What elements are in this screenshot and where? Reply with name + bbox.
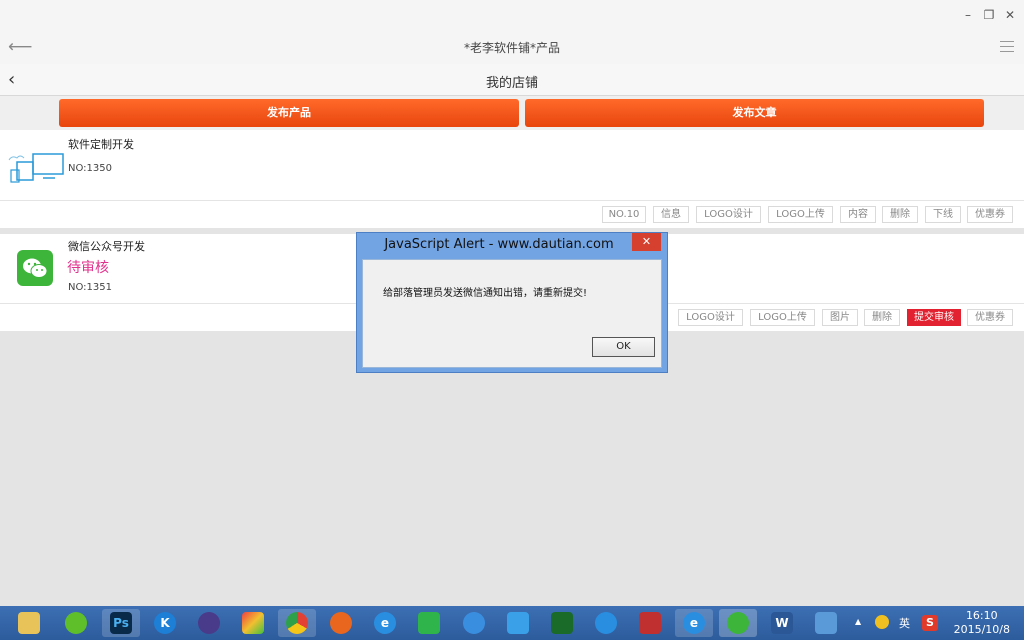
file-explorer-icon[interactable] bbox=[10, 609, 48, 637]
hamburger-icon[interactable] bbox=[1000, 41, 1014, 52]
no-rank-button[interactable]: NO.10 bbox=[602, 206, 646, 223]
internet-explorer-icon[interactable]: e bbox=[675, 609, 713, 637]
product-number: NO:1350 bbox=[68, 163, 112, 174]
leaf-app-icon[interactable] bbox=[57, 609, 95, 637]
clock-date: 2015/10/8 bbox=[953, 623, 1010, 636]
wechat-taskbar-icon[interactable] bbox=[719, 609, 757, 637]
tray-network-icon[interactable] bbox=[875, 615, 889, 629]
window-close-button[interactable]: ✕ bbox=[1003, 8, 1017, 22]
coupon-button[interactable]: 优惠券 bbox=[967, 309, 1013, 326]
internet-explorer-icon[interactable]: e bbox=[366, 609, 404, 637]
sogou-ime-icon[interactable]: S bbox=[922, 615, 938, 631]
offline-button[interactable]: 下线 bbox=[925, 206, 961, 223]
photoshop-icon[interactable]: Ps bbox=[102, 609, 140, 637]
dialog-message: 给部落管理员发送微信通知出错，请重新提交! bbox=[383, 288, 588, 299]
ok-button[interactable]: OK bbox=[592, 337, 655, 357]
content-button[interactable]: 内容 bbox=[840, 206, 876, 223]
info-button[interactable]: 信息 bbox=[653, 206, 689, 223]
publish-article-button[interactable]: 发布文章 bbox=[525, 99, 984, 127]
product-name: 微信公众号开发 bbox=[68, 240, 145, 253]
clock[interactable]: 16:10 2015/10/8 bbox=[954, 609, 1010, 637]
wechat-icon bbox=[17, 250, 53, 286]
colorful-app-icon[interactable] bbox=[234, 609, 272, 637]
tray-expand-icon[interactable]: ▲ bbox=[855, 617, 861, 626]
k-app-icon[interactable]: K bbox=[146, 609, 184, 637]
logo-upload-button[interactable]: LOGO上传 bbox=[768, 206, 833, 223]
taskbar: Ps K e e W ▲ 英 S 16:10 2015/10/8 bbox=[0, 606, 1024, 640]
page-header: ‹ 我的店铺 bbox=[0, 64, 1024, 96]
baidu-cloud-icon[interactable] bbox=[499, 609, 537, 637]
eclipse-icon[interactable] bbox=[190, 609, 228, 637]
product-name: 软件定制开发 bbox=[68, 138, 134, 151]
remote-desktop-icon[interactable] bbox=[807, 609, 845, 637]
eye-app-icon[interactable] bbox=[543, 609, 581, 637]
app-header: ⟵ *老李软件铺*产品 bbox=[0, 30, 1024, 64]
devices-icon bbox=[7, 150, 65, 184]
delete-button[interactable]: 删除 bbox=[882, 206, 918, 223]
action-bar: 发布产品 发布文章 bbox=[0, 96, 1024, 130]
submit-review-button[interactable]: 提交审核 bbox=[907, 309, 961, 326]
calendar-app-icon[interactable] bbox=[631, 609, 669, 637]
product-card: 软件定制开发 NO:1350 NO.10 信息 LOGO设计 LOGO上传 内容… bbox=[0, 130, 1024, 228]
cloud-app-icon[interactable] bbox=[455, 609, 493, 637]
product-number: NO:1351 bbox=[68, 282, 112, 293]
pen-app-icon[interactable] bbox=[587, 609, 625, 637]
dialog-body: 给部落管理员发送微信通知出错，请重新提交! OK bbox=[362, 259, 662, 368]
app-title: *老李软件铺*产品 bbox=[463, 41, 560, 55]
coupon-button[interactable]: 优惠券 bbox=[967, 206, 1013, 223]
page-title: 我的店铺 bbox=[485, 76, 538, 91]
window-titlebar: – ❐ ✕ bbox=[0, 0, 1024, 30]
dialog-close-button[interactable]: ✕ bbox=[632, 233, 661, 251]
dialog-title: JavaScript Alert - www.dautian.com bbox=[384, 237, 614, 252]
chrome-icon[interactable] bbox=[278, 609, 316, 637]
firefox-icon[interactable] bbox=[322, 609, 360, 637]
product-actions: NO.10 信息 LOGO设计 LOGO上传 内容 删除 下线 优惠券 bbox=[0, 200, 1024, 228]
image-button[interactable]: 图片 bbox=[822, 309, 858, 326]
logo-upload-button[interactable]: LOGO上传 bbox=[750, 309, 815, 326]
logo-design-button[interactable]: LOGO设计 bbox=[678, 309, 743, 326]
ime-indicator[interactable]: 英 bbox=[899, 615, 910, 631]
restore-button[interactable]: ❐ bbox=[982, 8, 996, 22]
word-icon[interactable]: W bbox=[763, 609, 801, 637]
logo-design-button[interactable]: LOGO设计 bbox=[696, 206, 761, 223]
publish-product-button[interactable]: 发布产品 bbox=[59, 99, 519, 127]
minimize-button[interactable]: – bbox=[961, 8, 975, 22]
clock-time: 16:10 bbox=[965, 609, 998, 622]
green-diamond-app-icon[interactable] bbox=[410, 609, 448, 637]
status-badge: 待审核 bbox=[67, 260, 109, 276]
delete-button[interactable]: 删除 bbox=[864, 309, 900, 326]
alert-dialog: JavaScript Alert - www.dautian.com ✕ 给部落… bbox=[356, 232, 668, 373]
